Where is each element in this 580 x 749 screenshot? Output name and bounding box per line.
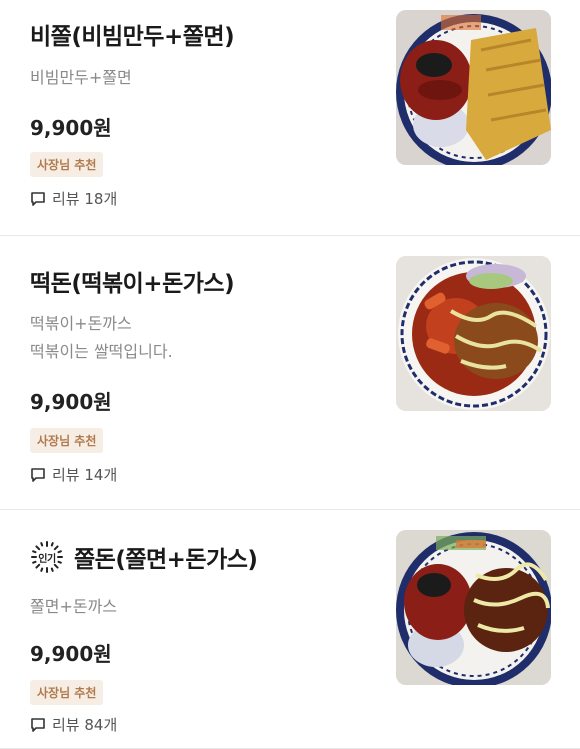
jjolmyeon-donkatsu-photo [396,530,551,685]
tteokbokki-donkatsu-photo [396,256,551,411]
menu-item-description: 떡볶이+돈까스 떡볶이는 쌀떡입니다. [30,311,173,365]
speech-bubble-icon [31,467,45,482]
review-count[interactable]: 리뷰 18개 [30,188,117,209]
menu-item-photo[interactable] [396,10,551,165]
menu-item-price: 9,900원 [30,642,112,666]
owner-recommend-badge: 사장님 추천 [30,680,104,705]
review-count-label: 리뷰 84개 [52,716,118,734]
menu-item[interactable]: 떡돈(떡볶이+돈가스) 떡볶이+돈까스 떡볶이는 쌀떡입니다. 9,900원 사… [0,236,580,510]
speech-bubble-icon [31,717,45,732]
menu-item-description: 쫄면+돈까스 [30,597,118,616]
review-count-label: 리뷰 14개 [52,466,118,484]
menu-item-name-row: 인기 쫄돈(쫄면+돈가스) [30,540,258,574]
menu-item-price: 9,900원 [30,390,112,414]
owner-recommend-badge: 사장님 추천 [30,428,104,453]
menu-item[interactable]: 인기 쫄돈(쫄면+돈가스) 쫄면+돈까스 9,900원 사장님 추천 리뷰 84… [0,510,580,749]
menu-item-price: 9,900원 [30,116,112,140]
menu-item-name: 쫄돈(쫄면+돈가스) [74,547,258,573]
menu-item-photo[interactable] [396,530,551,685]
menu-item-name: 비쫄(비빔만두+쫄면) [30,24,235,50]
speech-bubble-icon [31,191,45,206]
owner-recommend-badge: 사장님 추천 [30,152,104,177]
review-count-label: 리뷰 18개 [52,190,118,208]
menu-item-name: 떡돈(떡볶이+돈가스) [30,271,235,297]
description-line: 떡볶이는 쌀떡입니다. [30,342,173,361]
menu-item[interactable]: 비쫄(비빔만두+쫄면) 비빔만두+쫄면 9,900원 사장님 추천 리뷰 18개 [0,0,580,236]
menu-item-description: 비빔만두+쫄면 [30,68,132,87]
popular-label: 인기 [38,553,56,565]
popular-badge: 인기 [30,540,64,574]
bibim-mandu-jjolmyeon-photo [396,10,551,165]
review-count[interactable]: 리뷰 84개 [30,714,117,735]
menu-item-photo[interactable] [396,256,551,411]
description-line: 떡볶이+돈까스 [30,314,132,333]
review-count[interactable]: 리뷰 14개 [30,464,117,485]
